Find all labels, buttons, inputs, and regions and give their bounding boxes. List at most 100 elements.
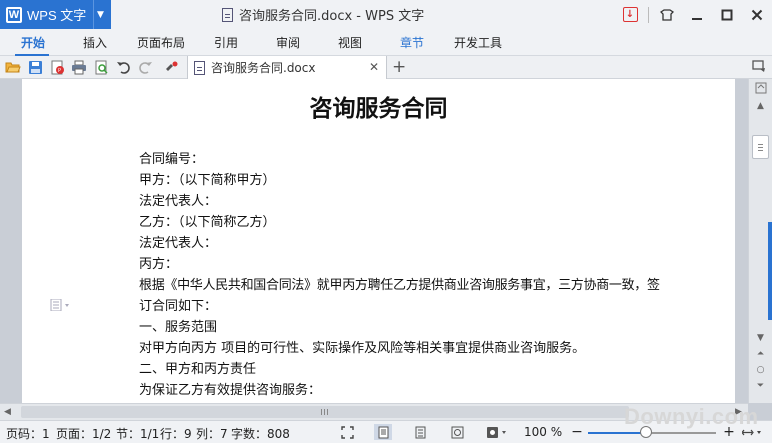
app-menu-dropdown-icon[interactable]: ▼: [93, 0, 107, 29]
document-tab[interactable]: 咨询服务合同.docx ✕: [187, 56, 387, 79]
scroll-down-button[interactable]: ▼: [752, 331, 769, 345]
document-line: 合同编号：: [139, 152, 205, 167]
tab-label: 章节: [400, 36, 425, 50]
tab-home[interactable]: 开始: [21, 29, 45, 56]
close-tab-icon[interactable]: ✕: [369, 60, 379, 74]
tab-insert[interactable]: 插入: [83, 29, 107, 56]
document-canvas[interactable]: 咨询服务合同 合同编号： 甲方：（以下简称甲方） 法定代表人： 乙方：（以下简称…: [0, 79, 748, 403]
double-chevron-up-icon: ⏶: [756, 349, 765, 359]
download-button[interactable]: ↓: [615, 0, 645, 29]
print-preview-icon: [95, 60, 108, 74]
document-line: 丙方：: [139, 257, 179, 272]
open-folder-icon: [5, 62, 21, 73]
maximize-button[interactable]: [712, 0, 742, 29]
view-toggle-icon[interactable]: [752, 81, 769, 95]
vertical-scroll-thumb[interactable]: [752, 135, 769, 159]
tab-label: 引用: [214, 36, 239, 50]
zoom-level[interactable]: 100 %: [524, 425, 562, 439]
print-button[interactable]: [68, 57, 90, 77]
tab-label: 开发工具: [454, 36, 503, 50]
tab-review[interactable]: 审阅: [276, 29, 300, 56]
skin-icon: [660, 8, 674, 21]
minimize-icon: [692, 17, 702, 20]
title-bar: W WPS 文字 ▼ 咨询服务合同.docx - WPS 文字 ↓: [0, 0, 772, 29]
export-pdf-button[interactable]: P: [46, 57, 68, 77]
divider: [648, 6, 649, 23]
document-title: 咨询服务合同: [309, 95, 448, 122]
document-line: 为保证乙方有效提供咨询服务：: [139, 383, 322, 398]
format-painter-icon: [166, 61, 178, 71]
document-line: 对甲方向丙方 项目的可行性、实际操作及风险等相关事宜提供商业咨询服务。: [139, 341, 586, 356]
document-icon: [194, 60, 205, 75]
paragraph-handle[interactable]: [50, 298, 80, 312]
web-view-icon: [451, 426, 463, 438]
undo-icon: [116, 62, 130, 74]
app-menu-button[interactable]: W WPS 文字 ▼: [0, 0, 111, 29]
circle-icon: ○: [756, 365, 765, 375]
minimize-button[interactable]: [682, 0, 712, 29]
chevron-down-icon: ▼: [757, 333, 764, 343]
reading-mode-button[interactable]: [484, 424, 512, 440]
print-icon: [72, 60, 86, 74]
document-line: 甲方：（以下简称甲方）: [139, 173, 276, 188]
page-view-button[interactable]: [374, 424, 392, 440]
tab-developer-tools[interactable]: 开发工具: [454, 29, 502, 56]
app-name: WPS 文字: [27, 8, 87, 23]
format-painter-button[interactable]: [160, 57, 182, 77]
full-screen-button[interactable]: [338, 424, 356, 440]
tab-view[interactable]: 视图: [338, 29, 362, 56]
status-section[interactable]: 节：1/1: [116, 425, 159, 442]
previous-page-button[interactable]: ⏶: [752, 347, 769, 361]
outline-view-icon: [415, 426, 425, 438]
document-line: 根据《中华人民共和国合同法》就甲丙方聘任乙方提供商业咨询服务事宜，三方协商一致，…: [139, 278, 660, 293]
skin-button[interactable]: [652, 0, 682, 29]
close-icon: [751, 9, 763, 20]
tab-label: 开始: [21, 36, 46, 50]
download-icon: ↓: [622, 7, 638, 22]
next-page-button[interactable]: ⏷: [752, 379, 769, 393]
tab-references[interactable]: 引用: [214, 29, 238, 56]
document-icon: [222, 7, 233, 22]
horizontal-scroll-thumb[interactable]: [21, 406, 629, 418]
web-view-button[interactable]: [448, 424, 466, 440]
zoom-slider-fill: [588, 432, 646, 434]
document-page[interactable]: 咨询服务合同 合同编号： 甲方：（以下简称甲方） 法定代表人： 乙方：（以下简称…: [22, 79, 735, 403]
toolbar-options-button[interactable]: [752, 59, 766, 76]
tab-label: 插入: [83, 36, 108, 50]
window-title-text: 咨询服务合同.docx - WPS 文字: [239, 9, 425, 24]
double-chevron-down-icon: ⏷: [756, 381, 765, 391]
tab-page-layout[interactable]: 页面布局: [137, 29, 185, 56]
watermark-logo: Downyi.com: [624, 404, 759, 429]
chevron-left-icon[interactable]: ◀: [4, 407, 11, 417]
maximize-icon: [721, 9, 733, 20]
scroll-up-button[interactable]: ▲: [752, 99, 769, 113]
outline-view-button[interactable]: [411, 424, 429, 440]
eye-protection-icon: [487, 426, 506, 438]
ribbon-tabs: 开始 插入 页面布局 引用 审阅 视图 章节 开发工具: [0, 29, 772, 56]
zoom-out-button[interactable]: −: [568, 424, 586, 440]
status-row[interactable]: 行：9: [160, 425, 192, 442]
chevron-up-icon: ▲: [757, 101, 764, 111]
tab-section[interactable]: 章节: [400, 29, 424, 56]
print-preview-button[interactable]: [90, 57, 112, 77]
status-page-count[interactable]: 页面：1/2: [56, 425, 111, 442]
paragraph-layout-icon: [50, 299, 69, 311]
fullscreen-icon: [340, 425, 354, 439]
new-tab-icon[interactable]: +: [392, 57, 406, 77]
undo-button[interactable]: [112, 57, 134, 77]
options-icon: [752, 60, 765, 72]
close-button[interactable]: [742, 0, 772, 29]
open-button[interactable]: [2, 57, 24, 77]
save-button[interactable]: [24, 57, 46, 77]
status-word-count[interactable]: 字数：808: [231, 425, 290, 442]
select-browse-object-button[interactable]: ○: [752, 363, 769, 377]
status-column[interactable]: 列：7: [196, 425, 228, 442]
redo-icon: [138, 62, 152, 74]
zoom-slider-track[interactable]: [588, 432, 716, 434]
redo-button[interactable]: [134, 57, 156, 77]
document-line: 订合同如下：: [139, 299, 218, 314]
window-title: 咨询服务合同.docx - WPS 文字: [222, 0, 424, 29]
page-view-icon: [378, 426, 388, 438]
document-line: 二、甲方和丙方责任: [139, 362, 257, 377]
status-page-number[interactable]: 页码：1: [6, 425, 50, 442]
